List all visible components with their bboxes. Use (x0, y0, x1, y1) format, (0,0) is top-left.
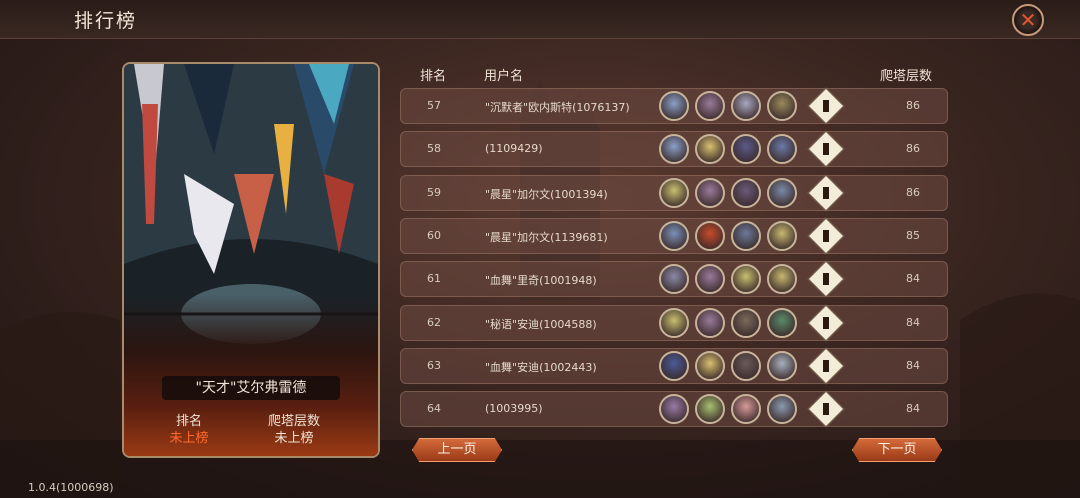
row-floors: 85 (906, 229, 920, 242)
info-button[interactable] (807, 217, 845, 255)
row-username: (1003995) (485, 402, 543, 415)
row-rank: 61 (427, 272, 441, 285)
info-button[interactable] (807, 260, 845, 298)
row-username: "秘语"安迪(1004588) (485, 318, 597, 331)
hero-avatar (695, 178, 725, 208)
page-title: 排行榜 (74, 10, 138, 32)
hero-card: "天才"艾尔弗雷德 排名 未上榜 爬塔层数 未上榜 (122, 62, 380, 458)
hero-avatar (695, 264, 725, 294)
version-label: 1.0.4(1000698) (28, 481, 114, 494)
info-icon (823, 143, 829, 155)
info-icon (823, 187, 829, 199)
hero-avatar (659, 351, 689, 381)
row-floors: 86 (906, 142, 920, 155)
hero-avatar (767, 134, 797, 164)
prev-page-button[interactable]: 上一页 (412, 438, 502, 462)
row-floors: 84 (906, 272, 920, 285)
hero-avatar (659, 221, 689, 251)
hero-avatar (659, 394, 689, 424)
my-rank-value: 未上榜 (169, 431, 209, 446)
column-header-username: 用户名 (484, 69, 524, 84)
hero-avatar (731, 134, 761, 164)
row-floors: 86 (906, 186, 920, 199)
column-header-rank: 排名 (420, 69, 447, 84)
table-row[interactable]: 59 "晨星"加尔文(1001394) 86 (400, 174, 948, 212)
info-button[interactable] (807, 347, 845, 385)
hero-avatar (695, 221, 725, 251)
info-icon (823, 230, 829, 242)
hero-avatar (659, 178, 689, 208)
table-row[interactable]: 60 "晨星"加尔文(1139681) 85 (400, 217, 948, 255)
hero-avatar (731, 351, 761, 381)
my-floors-value: 未上榜 (274, 431, 314, 446)
row-floors: 84 (906, 316, 920, 329)
row-username: "沉默者"欧内斯特(1076137) (485, 101, 630, 114)
hero-avatar (695, 134, 725, 164)
table-row[interactable]: 62 "秘语"安迪(1004588) 84 (400, 304, 948, 342)
table-row[interactable]: 64 (1003995) 84 (400, 390, 948, 428)
row-rank: 58 (427, 142, 441, 155)
info-button[interactable] (807, 87, 845, 125)
row-rank: 63 (427, 359, 441, 372)
row-username: "血舞"安迪(1002443) (485, 361, 597, 374)
hero-avatar (767, 264, 797, 294)
hero-avatar (695, 91, 725, 121)
hero-avatar (659, 134, 689, 164)
column-header-floors: 爬塔层数 (880, 69, 933, 84)
info-button[interactable] (807, 174, 845, 212)
hero-avatar (731, 308, 761, 338)
table-row[interactable]: 61 "血舞"里奇(1001948) 84 (400, 260, 948, 298)
hero-avatar (767, 394, 797, 424)
hero-avatar (695, 308, 725, 338)
hero-avatar (767, 91, 797, 121)
hero-avatar (767, 351, 797, 381)
info-button[interactable] (807, 130, 845, 168)
info-icon (823, 317, 829, 329)
hero-avatar (767, 221, 797, 251)
table-row[interactable]: 58 (1109429) 86 (400, 130, 948, 168)
hero-avatar (731, 91, 761, 121)
hero-avatar (767, 178, 797, 208)
row-username: (1109429) (485, 142, 543, 155)
hero-avatar (731, 394, 761, 424)
row-rank: 59 (427, 186, 441, 199)
table-row[interactable]: 57 "沉默者"欧内斯特(1076137) 86 (400, 87, 948, 125)
hero-avatar (731, 178, 761, 208)
close-icon: ✕ (1019, 8, 1037, 32)
info-icon (823, 273, 829, 285)
info-button[interactable] (807, 304, 845, 342)
table-row[interactable]: 63 "血舞"安迪(1002443) 84 (400, 347, 948, 385)
info-icon (823, 403, 829, 415)
info-button[interactable] (807, 390, 845, 428)
row-rank: 62 (427, 316, 441, 329)
row-rank: 64 (427, 402, 441, 415)
row-rank: 60 (427, 229, 441, 242)
title-bar: 排行榜 ✕ (0, 0, 1080, 39)
hero-avatar (767, 308, 797, 338)
row-floors: 84 (906, 359, 920, 372)
row-rank: 57 (427, 99, 441, 112)
hero-name: "天才"艾尔弗雷德 (162, 376, 340, 400)
hero-avatar (695, 394, 725, 424)
info-icon (823, 360, 829, 372)
close-button[interactable]: ✕ (1012, 4, 1044, 36)
next-page-button[interactable]: 下一页 (852, 438, 942, 462)
hero-avatar (659, 308, 689, 338)
hero-avatar (659, 264, 689, 294)
row-floors: 86 (906, 99, 920, 112)
hero-avatar (659, 91, 689, 121)
row-username: "晨星"加尔文(1139681) (485, 231, 608, 244)
row-username: "晨星"加尔文(1001394) (485, 188, 608, 201)
info-icon (823, 100, 829, 112)
hero-avatar (731, 221, 761, 251)
hero-avatar (731, 264, 761, 294)
hero-avatar (695, 351, 725, 381)
row-floors: 84 (906, 402, 920, 415)
row-username: "血舞"里奇(1001948) (485, 274, 597, 287)
